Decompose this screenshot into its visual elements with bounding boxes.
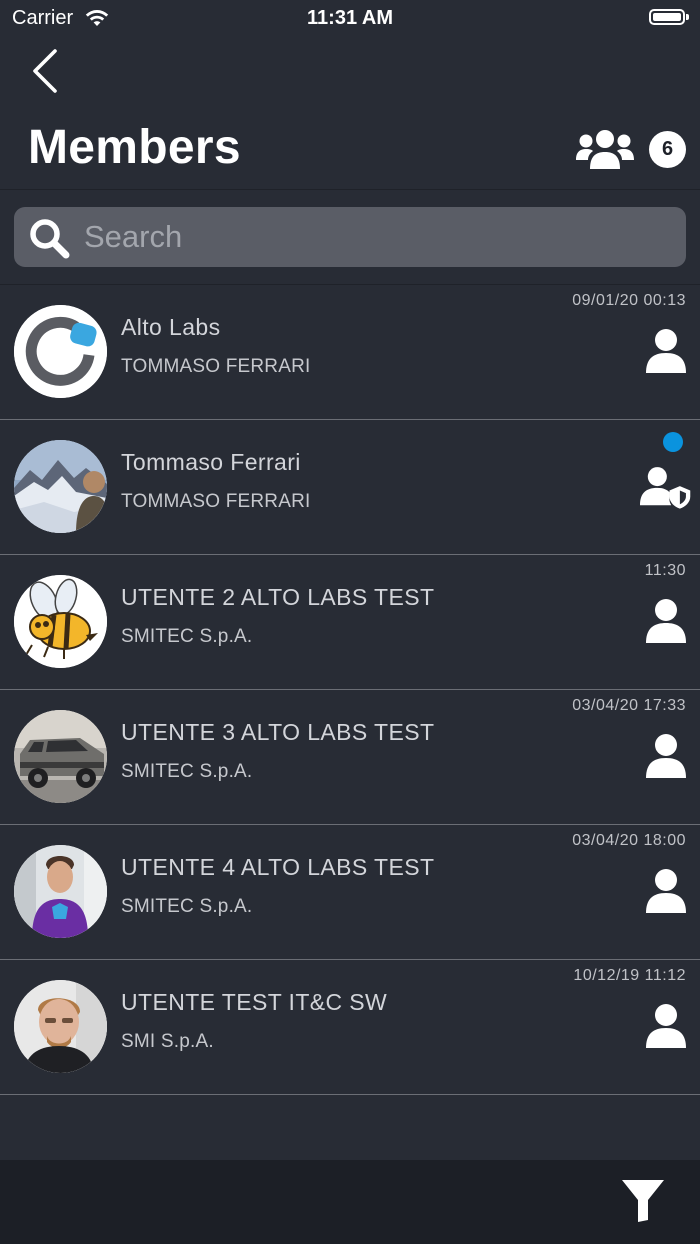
users-group-icon[interactable] [576,128,634,170]
member-row[interactable]: UTENTE 4 ALTO LABS TEST SMITEC S.p.A. 03… [0,825,700,960]
member-row[interactable]: UTENTE TEST IT&C SW SMI S.p.A. 10/12/19 … [0,960,700,1095]
member-company: TOMMASO FERRARI [121,356,311,377]
chevron-left-icon [33,49,57,93]
search-icon [30,219,70,259]
person-purple-shirt-photo-icon [14,845,107,938]
member-name: Alto Labs [121,314,221,340]
admin-shield-icon [640,467,691,509]
person-portrait-photo-icon [14,980,107,1073]
battery-icon [649,9,685,25]
member-list: Alto Labs TOMMASO FERRARI 09/01/20 00:13 [0,285,700,1095]
member-name: UTENTE TEST IT&C SW [121,989,388,1015]
user-icon [646,869,686,913]
bee-cartoon-icon [14,575,107,668]
member-name: UTENTE 4 ALTO LABS TEST [121,854,435,880]
avatar [14,845,107,938]
member-name: Tommaso Ferrari [121,449,301,475]
user-icon [646,599,686,643]
member-row[interactable]: Alto Labs TOMMASO FERRARI 09/01/20 00:13 [0,285,700,420]
members-screen: Carrier 11:31 AM Members 6 Search Alto L… [0,0,700,1244]
status-bar: Carrier 11:31 AM [0,0,700,38]
search-bar[interactable] [14,207,686,267]
member-company: SMI S.p.A. [121,1031,214,1052]
member-last-seen: 03/04/20 17:33 [572,697,686,714]
member-count-badge: 6 [649,131,686,168]
avatar [14,305,107,398]
avatar [14,980,107,1073]
member-row[interactable]: Tommaso Ferrari TOMMASO FERRARI [0,420,700,555]
member-company: SMITEC S.p.A. [121,896,253,917]
battery-tip [686,14,689,20]
user-icon [646,1004,686,1048]
avatar [14,710,107,803]
member-company: SMITEC S.p.A. [121,761,253,782]
avatar [14,440,107,533]
member-last-seen: 11:30 [644,562,686,579]
member-name: UTENTE 2 ALTO LABS TEST [121,584,435,610]
search-input[interactable] [84,207,674,267]
online-indicator [663,432,683,452]
member-name: UTENTE 3 ALTO LABS TEST [121,719,435,745]
filter-button[interactable] [620,1178,666,1224]
member-row[interactable]: UTENTE 2 ALTO LABS TEST SMITEC S.p.A. 11… [0,555,700,690]
alto-labs-logo-icon [14,305,107,398]
page-title: Members [28,121,241,174]
member-last-seen: 09/01/20 00:13 [572,292,686,309]
status-time: 11:31 AM [307,7,393,29]
bottom-toolbar [0,1160,700,1244]
back-button[interactable] [22,46,70,96]
member-row[interactable]: UTENTE 3 ALTO LABS TEST SMITEC S.p.A. 03… [0,690,700,825]
member-last-seen: 03/04/20 18:00 [572,832,686,849]
filter-icon [622,1180,664,1222]
member-company: TOMMASO FERRARI [121,491,311,512]
avatar [14,575,107,668]
mountain-photo-icon [14,440,107,533]
member-company: SMITEC S.p.A. [121,626,253,647]
header-divider [0,189,700,190]
user-icon [646,329,686,373]
user-icon [646,734,686,778]
car-photo-icon [14,710,107,803]
member-last-seen: 10/12/19 11:12 [573,967,686,984]
